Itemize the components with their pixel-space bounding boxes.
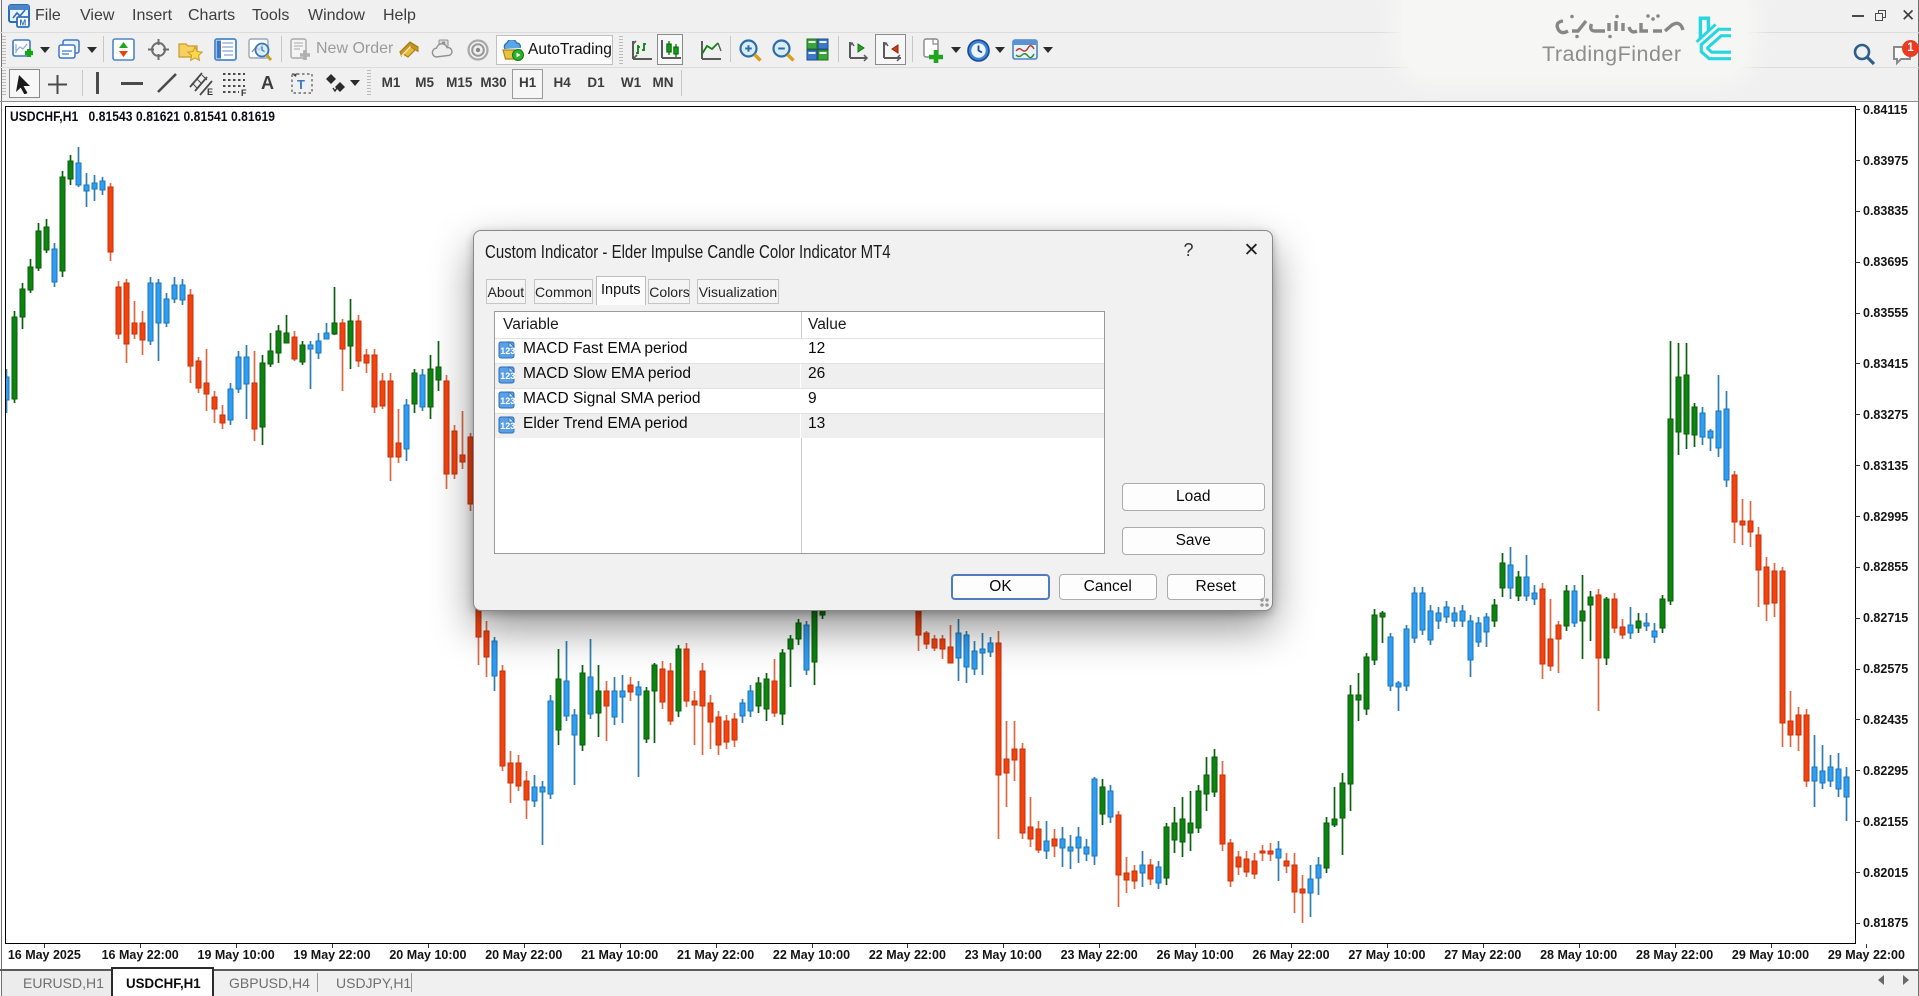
svg-text:M: M <box>20 19 27 28</box>
svg-text:123: 123 <box>500 396 515 406</box>
svg-text:E: E <box>207 87 213 96</box>
svg-text:123: 123 <box>500 371 515 381</box>
svg-text:123: 123 <box>500 346 515 356</box>
svg-text:123: 123 <box>500 421 515 431</box>
svg-text:T: T <box>297 77 305 92</box>
svg-text:F: F <box>241 88 247 96</box>
